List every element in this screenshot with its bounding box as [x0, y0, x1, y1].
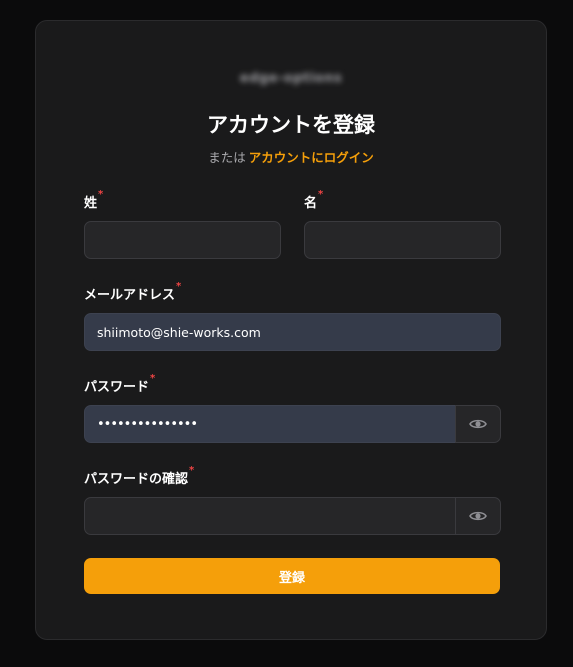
first-name-label: 名* [304, 189, 324, 211]
register-button[interactable]: 登録 [84, 558, 500, 594]
password-confirm-input[interactable] [84, 497, 456, 535]
password-confirm-label: パスワードの確認* [84, 465, 195, 487]
email-input[interactable] [84, 313, 501, 351]
last-name-input[interactable] [84, 221, 281, 259]
login-prompt-text: または [208, 150, 246, 165]
required-mark: * [176, 281, 182, 292]
password-input[interactable] [84, 405, 456, 443]
page-title: アカウントを登録 [207, 113, 375, 137]
password-label: パスワード* [84, 373, 156, 395]
password-visibility-toggle[interactable] [455, 405, 501, 443]
email-label: メールアドレス* [84, 281, 182, 303]
eye-icon [469, 419, 487, 429]
first-name-label-text: 名 [304, 196, 318, 211]
password-label-text: パスワード [84, 380, 150, 395]
first-name-input[interactable] [304, 221, 501, 259]
required-mark: * [98, 189, 104, 200]
login-prompt: または アカウントにログイン [36, 147, 546, 166]
last-name-label-text: 姓 [84, 196, 98, 211]
password-confirm-label-text: パスワードの確認 [84, 472, 189, 487]
password-confirm-visibility-toggle[interactable] [455, 497, 501, 535]
login-link[interactable]: アカウントにログイン [249, 150, 374, 165]
required-mark: * [189, 465, 195, 476]
last-name-label: 姓* [84, 189, 104, 211]
email-label-text: メールアドレス [84, 288, 176, 303]
eye-icon [469, 511, 487, 521]
app-logo: edge-options [239, 71, 343, 86]
register-card: edge-options アカウントを登録 または アカウントにログイン 姓* 名… [35, 20, 547, 640]
required-mark: * [150, 373, 156, 384]
required-mark: * [318, 189, 324, 200]
